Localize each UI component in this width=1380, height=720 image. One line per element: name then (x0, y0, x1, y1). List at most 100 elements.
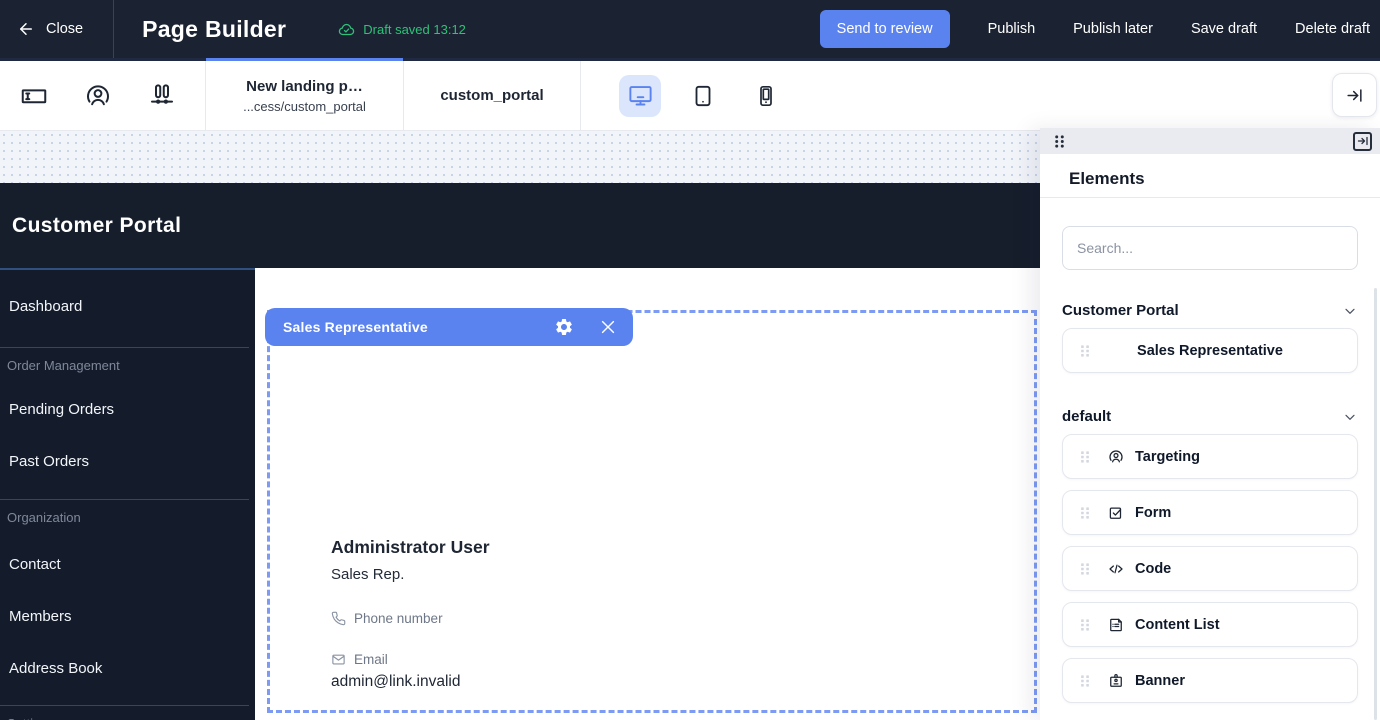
nav-contact[interactable]: Contact (9, 556, 61, 573)
drag-handle-icon[interactable] (1079, 344, 1091, 358)
collapse-right-small-icon (1357, 135, 1369, 147)
targeting-icon (1107, 448, 1125, 466)
nav-pending-orders[interactable]: Pending Orders (9, 401, 114, 418)
section-header-customer-portal[interactable]: Customer Portal (1062, 302, 1358, 319)
element-card-label: Content List (1135, 617, 1220, 633)
element-card-label: Code (1135, 561, 1171, 577)
rep-email-value: admin@link.invalid (331, 673, 490, 691)
sliders-pins-icon (147, 81, 177, 111)
page-builder-app: Close Page Builder Draft saved 13:12 Sen… (0, 0, 1380, 720)
tablet-icon (690, 83, 716, 109)
input-field-icon (19, 81, 49, 111)
collapse-right-icon (1345, 86, 1364, 105)
nav-section-settings: Settings (7, 716, 54, 720)
active-page-tab[interactable]: New landing p… ...cess/custom_portal (205, 61, 403, 130)
selected-element-toolbar: Sales Representative (265, 308, 633, 346)
rep-phone-row: Phone number (331, 611, 490, 626)
text-field-tool-button[interactable] (18, 80, 50, 112)
element-settings-button[interactable] (553, 316, 575, 338)
element-card-label: Banner (1135, 673, 1185, 689)
element-card-label: Form (1135, 505, 1171, 521)
search-input[interactable] (1062, 226, 1358, 270)
panel-drag-strip (1040, 128, 1380, 154)
draft-status-label: Draft saved 13:12 (363, 22, 466, 37)
drag-handle-icon[interactable] (1079, 618, 1091, 632)
nav-section-order-management: Order Management (7, 358, 120, 373)
topbar-divider (113, 0, 114, 58)
phone-icon (331, 611, 346, 626)
selected-element-outline[interactable]: Administrator User Sales Rep. Phone numb… (267, 310, 1037, 713)
tablet-preview-button[interactable] (682, 75, 724, 117)
page-path: ...cess/custom_portal (243, 99, 366, 114)
collapse-panel-button[interactable] (1353, 132, 1372, 151)
element-card-form[interactable]: Form (1062, 490, 1358, 535)
sales-rep-card: Administrator User Sales Rep. Phone numb… (331, 537, 490, 691)
banner-icon (1107, 672, 1125, 690)
portal-tab[interactable]: custom_portal (403, 61, 581, 130)
builder-toolbar: New landing p… ...cess/custom_portal cus… (0, 58, 1380, 131)
rep-phone-label: Phone number (354, 611, 443, 626)
user-circle-icon (83, 81, 113, 111)
delete-draft-button[interactable]: Delete draft (1295, 21, 1370, 37)
variants-tool-button[interactable] (146, 80, 178, 112)
element-card-targeting[interactable]: Targeting (1062, 434, 1358, 479)
element-card-sales-representative[interactable]: Sales Representative (1062, 328, 1358, 373)
device-preview-switch (619, 61, 787, 130)
nav-divider (0, 347, 249, 348)
chevron-down-icon (1342, 303, 1358, 319)
nav-dashboard[interactable]: Dashboard (9, 298, 82, 315)
email-icon (331, 652, 346, 667)
page-name: New landing p… (246, 78, 363, 95)
rep-email-label: Email (354, 652, 388, 667)
panel-title: Elements (1069, 169, 1380, 189)
element-card-code[interactable]: Code (1062, 546, 1358, 591)
save-draft-button[interactable]: Save draft (1191, 21, 1257, 37)
panel-search (1062, 226, 1358, 270)
close-label: Close (46, 21, 83, 37)
mobile-icon (754, 84, 778, 108)
portal-name: custom_portal (440, 87, 543, 104)
topbar: Close Page Builder Draft saved 13:12 Sen… (0, 0, 1380, 58)
chevron-down-icon (1342, 409, 1358, 425)
element-remove-button[interactable] (597, 316, 619, 338)
nav-divider (0, 499, 249, 500)
element-card-banner[interactable]: Banner (1062, 658, 1358, 703)
rep-email-row: Email (331, 652, 490, 667)
content-list-icon (1107, 616, 1125, 634)
preview-sidebar: Dashboard Order Management Pending Order… (0, 268, 255, 720)
nav-address-book[interactable]: Address Book (9, 660, 102, 677)
open-panel-button[interactable] (1332, 73, 1377, 117)
elements-panel: Elements Customer Portal Sales Represent… (1040, 128, 1380, 720)
nav-members[interactable]: Members (9, 608, 72, 625)
topbar-actions: Send to review Publish Publish later Sav… (820, 10, 1380, 48)
nav-divider (0, 705, 249, 706)
close-button[interactable]: Close (0, 0, 113, 58)
publish-later-button[interactable]: Publish later (1073, 21, 1153, 37)
arrow-left-icon (17, 20, 35, 38)
desktop-icon (627, 82, 654, 109)
rep-role: Sales Rep. (331, 566, 490, 583)
publish-button[interactable]: Publish (988, 21, 1036, 37)
desktop-preview-button[interactable] (619, 75, 661, 117)
section-title: Customer Portal (1062, 302, 1179, 319)
drag-handle-icon[interactable] (1079, 674, 1091, 688)
audience-tool-button[interactable] (82, 80, 114, 112)
draft-status: Draft saved 13:12 (338, 21, 466, 38)
panel-drag-handle-icon[interactable] (1053, 134, 1066, 149)
close-x-icon (598, 317, 618, 337)
section-header-default[interactable]: default (1062, 408, 1358, 425)
element-card-label: Targeting (1135, 449, 1200, 465)
send-to-review-button[interactable]: Send to review (820, 10, 950, 48)
panel-scrollbar[interactable] (1374, 288, 1377, 720)
form-icon (1107, 504, 1125, 522)
toolbar-icon-group (0, 61, 205, 130)
element-card-content-list[interactable]: Content List (1062, 602, 1358, 647)
drag-handle-icon[interactable] (1079, 506, 1091, 520)
selected-element-label: Sales Representative (283, 319, 428, 335)
mobile-preview-button[interactable] (745, 75, 787, 117)
cloud-check-icon (338, 21, 355, 38)
preview-page-title: Customer Portal (12, 214, 181, 238)
nav-past-orders[interactable]: Past Orders (9, 453, 89, 470)
drag-handle-icon[interactable] (1079, 562, 1091, 576)
drag-handle-icon[interactable] (1079, 450, 1091, 464)
